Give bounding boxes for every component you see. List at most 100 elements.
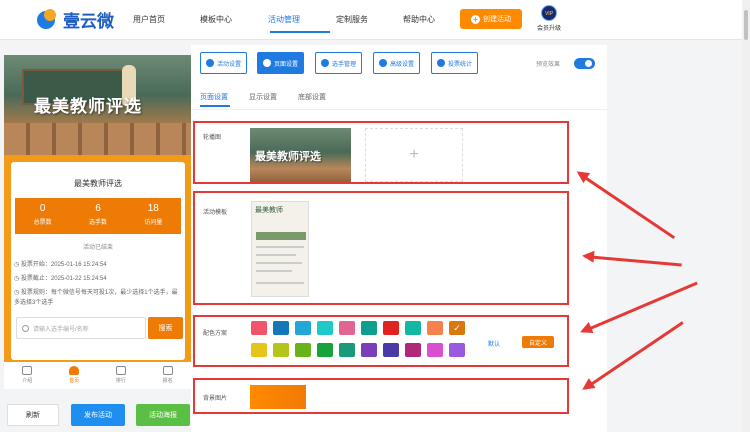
color-swatch[interactable] xyxy=(273,343,289,357)
signup-icon xyxy=(162,366,173,375)
button-label: 投票统计 xyxy=(448,61,473,68)
color-swatch[interactable] xyxy=(427,343,443,357)
preview-toggle[interactable] xyxy=(574,58,595,69)
carousel-image[interactable]: 最美教师评选 xyxy=(250,128,351,182)
color-swatch[interactable] xyxy=(405,321,421,335)
ranking-icon xyxy=(115,366,126,375)
activity-info-card: 最美教师评选 0 总票数 6 选手数 18 访问量 活动已结束 ◷ 投票开始：2… xyxy=(11,162,185,360)
color-swatch[interactable] xyxy=(317,343,333,357)
vip-label: 会员升级 xyxy=(536,26,561,32)
vote-statistics-button[interactable]: 投票统计 xyxy=(431,52,479,74)
template-section: 活动模板 最美教师 xyxy=(193,191,569,305)
subtab-display-settings[interactable]: 显示设置 xyxy=(249,92,277,102)
color-swatch[interactable] xyxy=(361,343,377,357)
refresh-button[interactable]: 刷新 xyxy=(7,404,59,426)
color-swatch-selected[interactable]: ✓ xyxy=(449,321,465,335)
vote-rule-text: 投票规则：每个微信号每天可投1次，最少选择1个选手，最多选择3个选手 xyxy=(14,290,178,306)
phone-tabbar: 介绍 首页 排行 报名 xyxy=(4,362,191,389)
nav-help-center[interactable]: 帮助中心 xyxy=(403,14,435,25)
tab-home[interactable]: 首页 xyxy=(51,362,98,389)
color-swatch[interactable] xyxy=(251,321,267,335)
sliders-icon xyxy=(379,59,387,67)
activity-settings-button[interactable]: 活动设置 xyxy=(200,52,248,74)
stat-label: 访问量 xyxy=(144,220,163,226)
preview-label: 预览效果 xyxy=(536,62,561,68)
nav-templates[interactable]: 模板中心 xyxy=(200,14,232,25)
top-navbar: 壹云微 用户首页 模板中心 活动管理 定制服务 帮助中心 + 创建活动 VIP … xyxy=(0,0,742,40)
button-label: 页面设置 xyxy=(274,61,299,68)
vote-start-text: 投票开始：2025-01-16 15:24:54 xyxy=(20,262,107,268)
carousel-image-title: 最美教师评选 xyxy=(255,150,321,163)
vote-start-time: ◷ 投票开始：2025-01-16 15:24:54 xyxy=(14,262,107,268)
nav-activity-management[interactable]: 活动管理 xyxy=(268,14,300,25)
settings-icon xyxy=(206,59,214,67)
desks-graphic xyxy=(4,123,191,155)
background-image-section: 背景图片 xyxy=(193,378,569,414)
nav-home[interactable]: 用户首页 xyxy=(133,14,165,25)
stat-label: 选手数 xyxy=(88,220,107,226)
contestant-management-button[interactable]: 选手管理 xyxy=(315,52,363,74)
vote-rule: ◷ 投票规则：每个微信号每天可投1次，最少选择1个选手，最多选择3个选手 xyxy=(14,290,178,306)
search-button[interactable]: 搜索 xyxy=(148,317,183,339)
tab-signup[interactable]: 报名 xyxy=(144,362,191,389)
template-thumb-line xyxy=(256,262,302,264)
tab-ranking[interactable]: 排行 xyxy=(98,362,145,389)
brand-logo[interactable]: 壹云微 xyxy=(35,7,114,32)
intro-icon xyxy=(22,366,33,375)
page-settings-button[interactable]: 页面设置 xyxy=(257,52,305,74)
subtab-page-settings[interactable]: 页面设置 xyxy=(200,92,228,102)
template-thumbnail[interactable]: 最美教师 xyxy=(251,201,309,297)
button-label: 选手管理 xyxy=(332,61,357,68)
stat-value: 18 xyxy=(147,203,159,214)
tab-label: 介绍 xyxy=(22,378,33,384)
nav-custom-service[interactable]: 定制服务 xyxy=(336,14,368,25)
tab-label: 报名 xyxy=(162,378,173,384)
vip-upgrade[interactable]: VIP 会员升级 xyxy=(534,5,564,32)
background-image-thumbnail[interactable] xyxy=(250,385,306,409)
stat-contestants: 6 选手数 xyxy=(70,198,125,234)
banner-title: 最美教师评选 xyxy=(34,97,142,117)
button-label: 高级设置 xyxy=(390,61,415,68)
gear-icon xyxy=(263,59,271,67)
custom-color-button[interactable]: 自定义 xyxy=(522,336,554,348)
activity-poster-button[interactable]: 活动海报 xyxy=(136,404,190,426)
background-image-label: 背景图片 xyxy=(203,396,228,402)
nav-active-indicator xyxy=(270,31,330,33)
template-label: 活动模板 xyxy=(203,210,228,216)
publish-activity-button[interactable]: 发布活动 xyxy=(71,404,125,426)
subtab-footer-settings[interactable]: 底部设置 xyxy=(298,92,326,102)
stat-total-votes: 0 总票数 xyxy=(15,198,70,234)
contestant-search-input[interactable]: 请输入选手编号/名称 xyxy=(16,317,146,339)
create-activity-button[interactable]: + 创建活动 xyxy=(460,9,522,29)
activity-status: 活动已结束 xyxy=(82,245,113,251)
brand-name: 壹云微 xyxy=(63,12,114,32)
default-color-link[interactable]: 默认 xyxy=(488,339,500,348)
color-swatch[interactable] xyxy=(361,321,377,335)
subtab-active-indicator xyxy=(200,105,230,107)
template-thumb-line xyxy=(256,282,304,284)
plus-icon: + xyxy=(471,14,480,24)
template-thumb-line xyxy=(256,270,292,272)
color-swatch[interactable] xyxy=(383,343,399,357)
color-swatch[interactable] xyxy=(405,343,421,357)
advanced-settings-button[interactable]: 高级设置 xyxy=(373,52,421,74)
search-icon xyxy=(22,324,29,332)
color-swatch[interactable] xyxy=(339,343,355,357)
color-swatch[interactable] xyxy=(273,321,289,335)
color-swatch[interactable] xyxy=(449,343,465,357)
color-swatch[interactable] xyxy=(383,321,399,335)
color-swatch[interactable] xyxy=(427,321,443,335)
bar-chart-icon xyxy=(437,59,445,67)
color-swatch[interactable] xyxy=(339,321,355,335)
subtab-divider xyxy=(191,109,607,110)
color-swatch[interactable] xyxy=(317,321,333,335)
activity-title: 最美教师评选 xyxy=(74,179,122,188)
color-swatch[interactable] xyxy=(295,321,311,335)
scroll-thumb[interactable] xyxy=(744,10,748,40)
tab-intro[interactable]: 介绍 xyxy=(4,362,51,389)
page-scrollbar[interactable] xyxy=(742,0,750,432)
color-swatch[interactable] xyxy=(295,343,311,357)
stat-label: 总票数 xyxy=(33,220,52,226)
upload-image-button[interactable]: + xyxy=(365,128,463,182)
color-swatch[interactable] xyxy=(251,343,267,357)
